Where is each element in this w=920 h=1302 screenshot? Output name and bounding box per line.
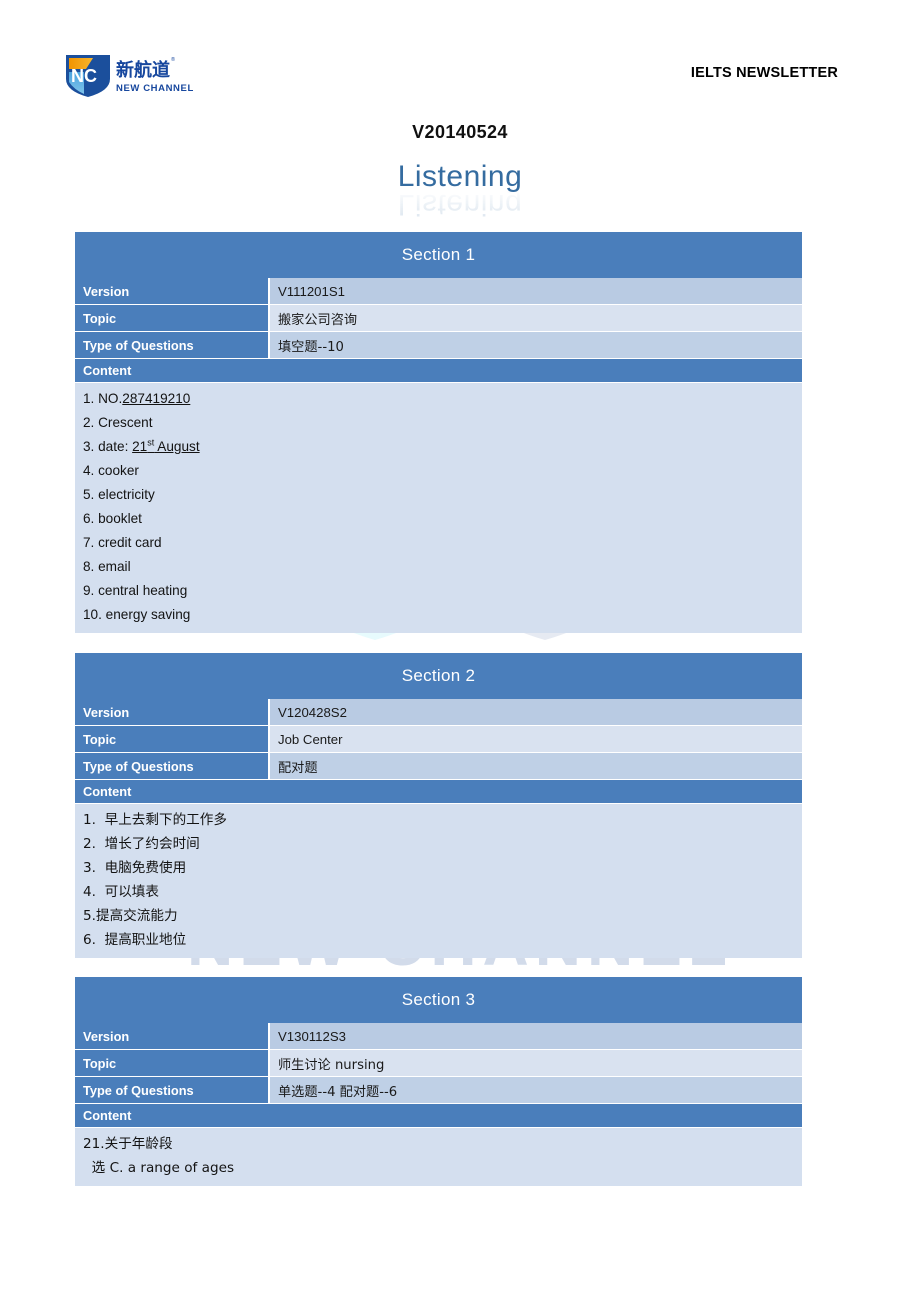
document-header: NC 新航道 ® NEW CHANNEL IELTS NEWSLETTER [0,0,920,110]
content-text: 2. 增长了约会时间 [83,836,200,852]
label-type-of-questions: Type of Questions [75,332,270,359]
content-text: 4. cooker [83,463,139,478]
content-body: 21.关于年龄段 选 C. a range of ages [75,1128,802,1186]
label-topic: Topic [75,726,270,753]
section-block-2: Section 2 Version V120428S2 Topic Job Center… [75,653,802,958]
content-line: 2. Crescent [83,411,794,435]
content-line: 10. energy saving [83,603,794,627]
content-text: 5.提高交流能力 [83,908,178,924]
label-version: Version [75,278,270,305]
content-body: 1. 早上去剩下的工作多 2. 增长了约会时间 3. 电脑免费使用 4. 可以填表 5.… [75,804,802,958]
newsletter-title: IELTS NEWSLETTER [690,65,838,81]
content-text: 1. NO. [83,391,123,406]
content-text: 3. date: [83,439,133,454]
content-line: 1. NO.287419210 [83,387,794,411]
value-topic: Job Center [270,726,802,753]
content-text: 8. email [83,559,131,574]
logo-registered-icon: ® [171,56,175,63]
logo-english-name: NEW CHANNEL [116,83,194,94]
content-line: 4. 可以填表 [83,880,794,904]
content-text: 6. booklet [83,511,142,526]
content-line: 3. date: 21st August [83,435,794,459]
content-line: 8. email [83,555,794,579]
content-text: 6. 提高职业地位 [83,932,187,948]
logo-chinese-name: 新航道 [116,59,170,81]
content-text: 7. credit card [83,535,162,550]
ordinal-suffix: st [147,437,155,448]
section-info-table: Version V111201S1 Topic 搬家公司咨询 Type of Quest… [75,278,802,359]
content-line: 7. credit card [83,531,794,555]
content-line: 2. 增长了约会时间 [83,832,794,856]
content-text: 3. 电脑免费使用 [83,860,187,876]
content-line: 5.提高交流能力 [83,904,794,928]
content-text: 5. electricity [83,487,155,502]
table-row-question-type: Type of Questions 单选题--4 配对题--6 [75,1077,802,1104]
content-text: 9. central heating [83,583,188,598]
table-row-topic: Topic Job Center [75,726,802,753]
label-topic: Topic [75,305,270,332]
page-title: V20140524 [412,122,508,142]
content-text: 4. 可以填表 [83,884,159,900]
section-info-table: Version V120428S2 Topic Job Center Type of Q… [75,699,802,780]
content-line: 选 C. a range of ages [83,1156,794,1180]
section-block-1: Section 1 Version V111201S1 Topic 搬家公司咨询 Type… [75,232,802,633]
content-text: 选 C. a range of ages [83,1160,235,1176]
table-row-question-type: Type of Questions 配对题 [75,753,802,780]
section-heading: Section 1 [75,232,802,278]
content-line: 6. booklet [83,507,794,531]
table-row-version: Version V130112S3 [75,1023,802,1050]
value-type-of-questions: 填空题--10 [270,332,802,359]
label-version: Version [75,1023,270,1050]
page-subtitle-reflection: Listening [397,188,523,221]
label-topic: Topic [75,1050,270,1077]
value-topic: 搬家公司咨询 [270,305,802,332]
content-text: 1. 早上去剩下的工作多 [83,812,227,828]
label-type-of-questions: Type of Questions [75,1077,270,1104]
new-channel-logo: NC 新航道 ® NEW CHANNEL [66,55,194,97]
section-heading: Section 3 [75,977,802,1023]
content-text: 2. Crescent [83,415,153,430]
content-line: 1. 早上去剩下的工作多 [83,808,794,832]
table-row-version: Version V111201S1 [75,278,802,305]
label-content: Content [75,780,802,804]
label-content: Content [75,1104,802,1128]
table-row-topic: Topic 搬家公司咨询 [75,305,802,332]
value-version: V120428S2 [270,699,802,726]
table-row-version: Version V120428S2 [75,699,802,726]
value-topic: 师生讨论 nursing [270,1050,802,1077]
content-line: 9. central heating [83,579,794,603]
logo-nc-mark: NC [71,66,97,86]
value-version: V130112S3 [270,1023,802,1050]
document-page: NC 新航道 ® NEW CHANNEL IELTS NEWSLETTER V2… [0,0,920,1302]
page-subtitle: Listening Listening [398,160,523,221]
content-line: 21.关于年龄段 [83,1132,794,1156]
table-row-topic: Topic 师生讨论 nursing [75,1050,802,1077]
content-line: 6. 提高职业地位 [83,928,794,952]
label-type-of-questions: Type of Questions [75,753,270,780]
table-row-question-type: Type of Questions 填空题--10 [75,332,802,359]
section-info-table: Version V130112S3 Topic 师生讨论 nursing Type of… [75,1023,802,1104]
content-text: 21.关于年龄段 [83,1136,173,1152]
section-block-3: Section 3 Version V130112S3 Topic 师生讨论 nursi… [75,977,802,1186]
label-content: Content [75,359,802,383]
content-line: 3. 电脑免费使用 [83,856,794,880]
page-subtitle-wrapper: Listening Listening [0,160,920,221]
content-text: 10. energy saving [83,607,191,622]
content-underlined-answer: 287419210 [122,391,191,406]
content-body: 1. NO.287419210 2. Crescent 3. date: 21st … [75,383,802,633]
label-version: Version [75,699,270,726]
content-line: 4. cooker [83,459,794,483]
content-underlined-answer: 21st August [132,437,200,454]
value-type-of-questions: 单选题--4 配对题--6 [270,1077,802,1104]
value-version: V111201S1 [270,278,802,305]
value-type-of-questions: 配对题 [270,753,802,780]
section-heading: Section 2 [75,653,802,699]
content-line: 5. electricity [83,483,794,507]
